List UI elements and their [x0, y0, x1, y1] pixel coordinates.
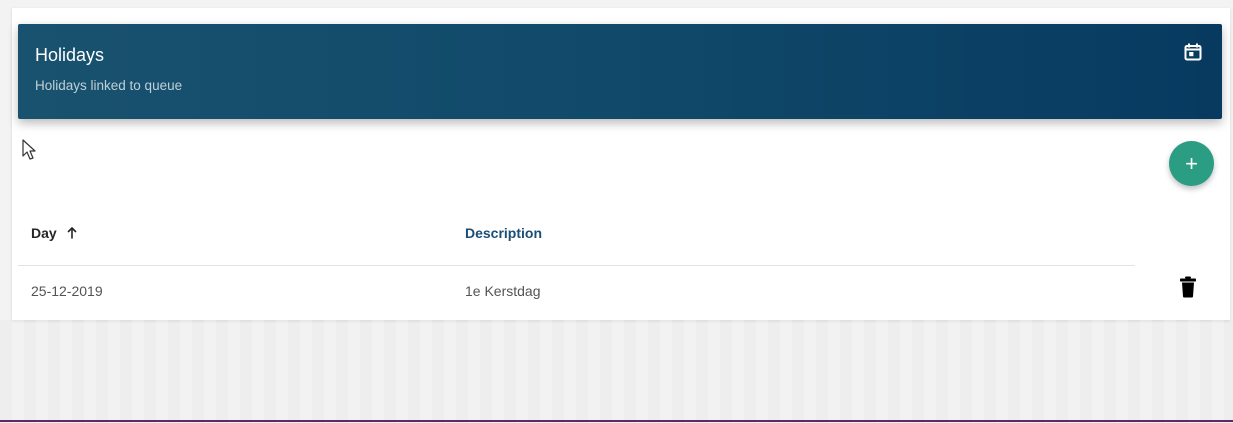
description-column-label: Description — [465, 225, 543, 241]
day-column-header[interactable]: Day — [31, 224, 78, 242]
page-subtitle: Holidays linked to queue — [35, 78, 183, 93]
holiday-description-cell: 1e Kerstdag — [465, 283, 541, 299]
delete-icon — [1180, 276, 1196, 298]
background-pattern — [0, 320, 1233, 423]
bottom-border — [0, 420, 1233, 422]
holidays-table: Day Description 25-12-2019 1e Kerstdag — [18, 208, 1135, 321]
delete-holiday-button[interactable] — [1179, 276, 1197, 298]
add-holiday-button[interactable]: + — [1169, 141, 1214, 186]
holiday-day-cell: 25-12-2019 — [31, 283, 103, 299]
mouse-cursor-icon — [22, 139, 36, 160]
holidays-header: Holidays Holidays linked to queue — [18, 24, 1222, 119]
table-header: Day Description — [18, 208, 1135, 266]
sort-up-icon — [67, 227, 76, 239]
page-title: Holidays — [35, 45, 105, 65]
description-column-header[interactable]: Description — [465, 224, 542, 242]
table-row: 25-12-2019 1e Kerstdag — [18, 266, 1135, 321]
calendar-icon — [1184, 43, 1202, 61]
day-column-label: Day — [31, 225, 57, 241]
plus-icon: + — [1185, 150, 1198, 176]
